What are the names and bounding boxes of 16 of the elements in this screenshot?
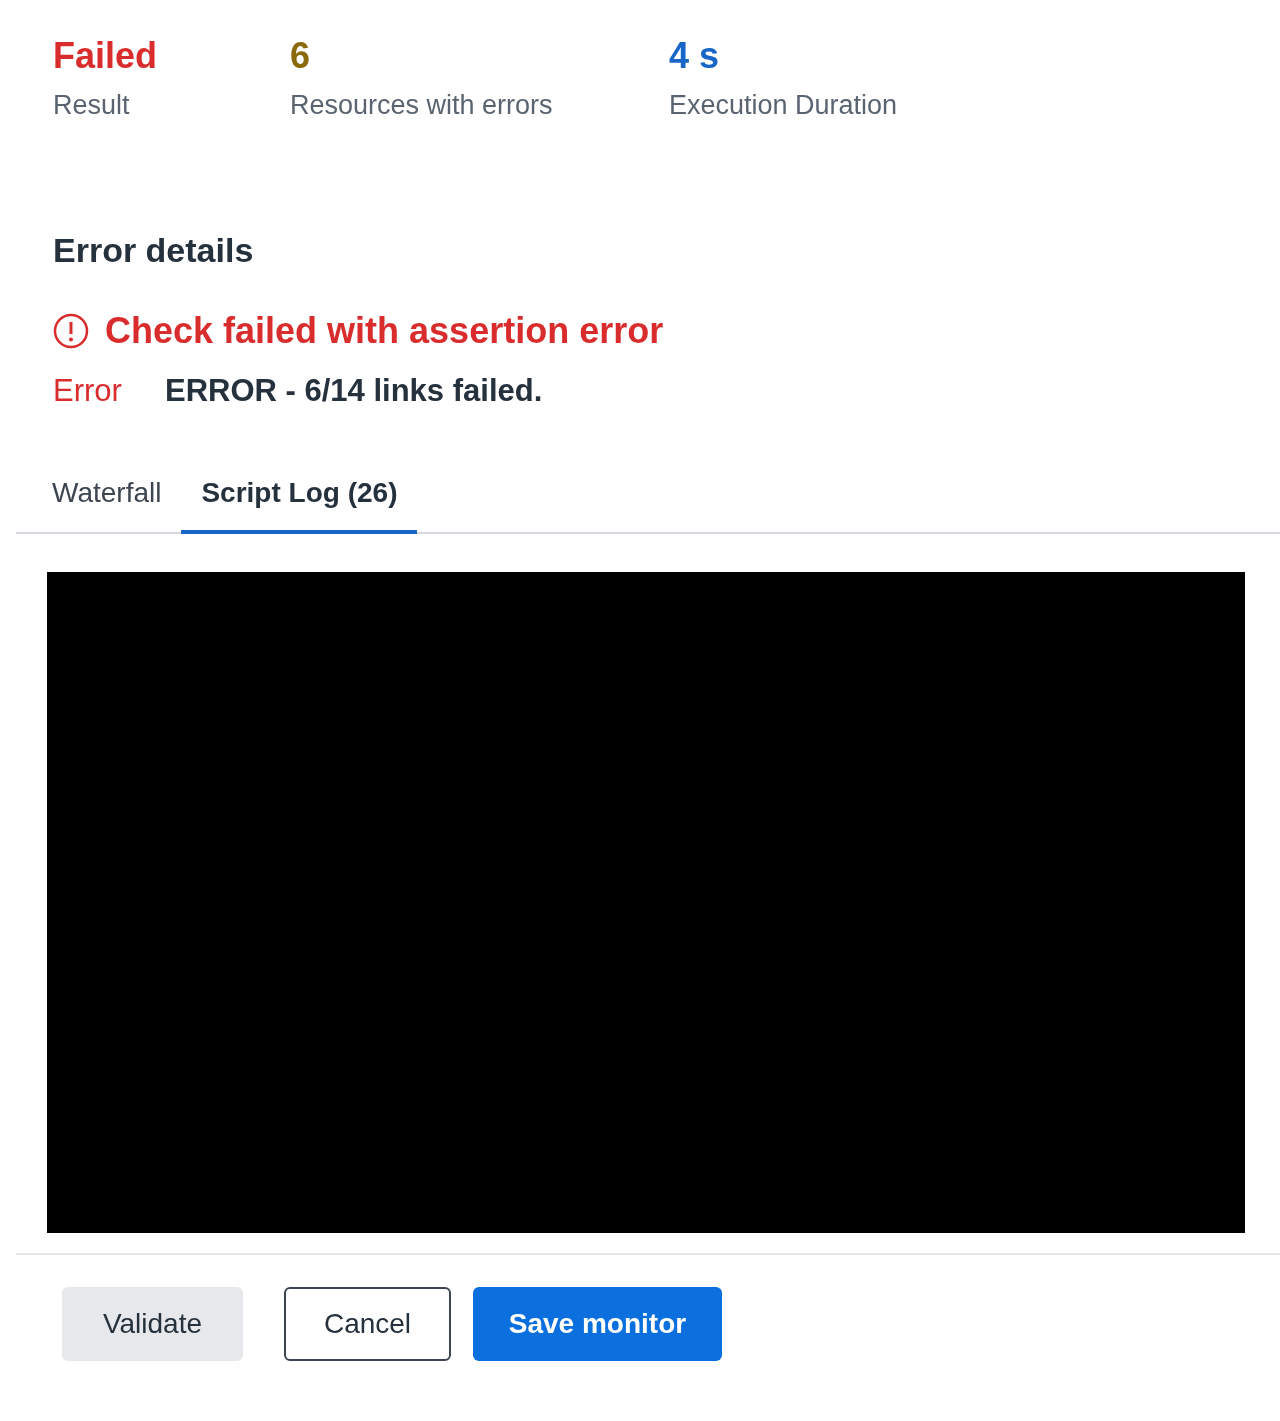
stat-label: Execution Duration xyxy=(669,92,898,119)
stat-value: Failed xyxy=(53,38,158,74)
stat-label: Result xyxy=(53,92,130,119)
error-label: Error xyxy=(53,375,123,406)
tab[interactable]: Script Log (26) xyxy=(181,468,418,534)
section-heading: Error details xyxy=(53,233,255,267)
alert-icon xyxy=(53,313,89,349)
save-button[interactable]: Save monitor xyxy=(473,1287,722,1361)
validate-button[interactable]: Validate xyxy=(62,1287,243,1361)
alert-title: Check failed with assertion error xyxy=(105,313,664,349)
error-message: ERROR - 6/14 links failed. xyxy=(165,375,543,406)
stat-value: 4 s xyxy=(669,38,720,74)
tab[interactable]: Waterfall xyxy=(34,468,180,534)
stat-label: Resources with errors xyxy=(290,92,553,119)
stat-value: 6 xyxy=(290,38,311,74)
cancel-button[interactable]: Cancel xyxy=(284,1287,451,1361)
